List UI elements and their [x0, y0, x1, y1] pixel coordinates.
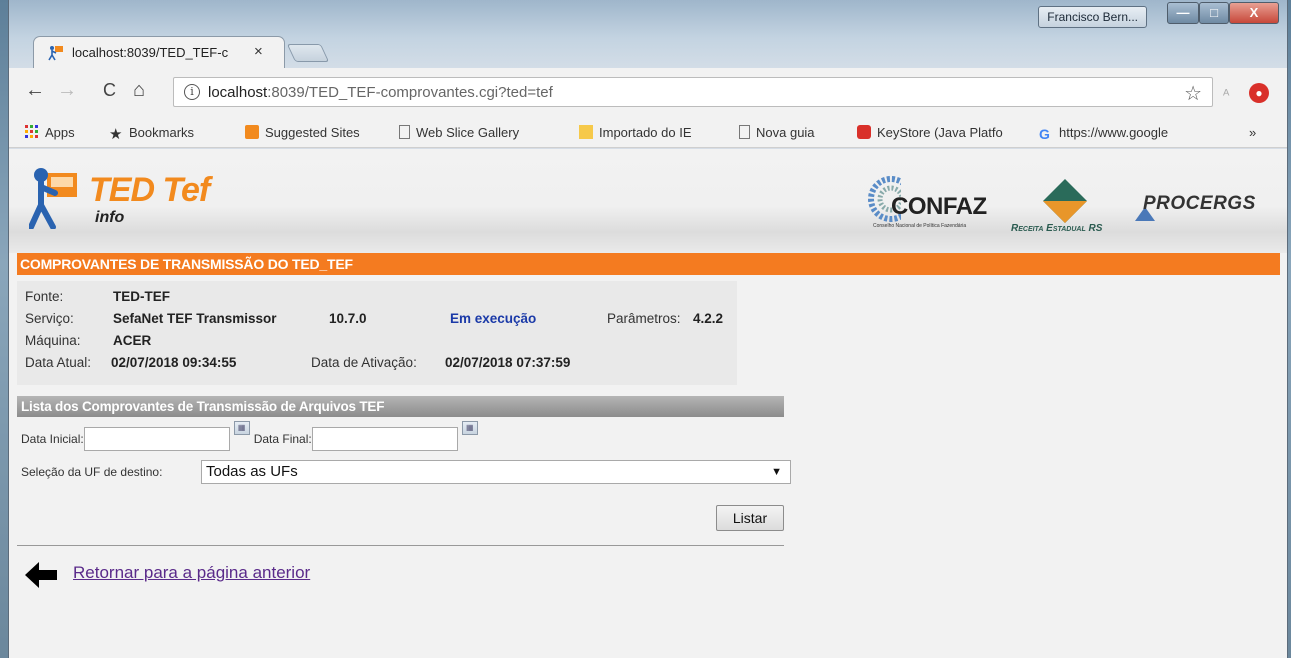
- dropdown-arrow-icon: ▼: [771, 466, 782, 478]
- ted-tef-favicon-icon: [48, 46, 63, 61]
- uf-selected-value: Todas as UFs: [206, 463, 298, 480]
- bookmark-apps[interactable]: Apps: [25, 125, 75, 140]
- bookmark-novaguia-label: Nova guia: [756, 125, 815, 140]
- browser-tab[interactable]: localhost:8039/TED_TEF-c ×: [33, 36, 285, 68]
- data-inicial-input[interactable]: [83, 427, 230, 451]
- ted-tef-figure-icon: [29, 168, 77, 229]
- bookmark-nova-guia[interactable]: Nova guia: [739, 125, 815, 140]
- star-icon: ★: [109, 126, 123, 143]
- bookmark-bookmarks[interactable]: ★ Bookmarks: [109, 125, 194, 142]
- bookmark-suggested-sites[interactable]: Suggested Sites: [245, 125, 360, 140]
- bookmark-web-slice[interactable]: Web Slice Gallery: [399, 125, 519, 140]
- service-info-panel: Fonte: TED-TEF Serviço: SefaNet TEF Tran…: [17, 281, 737, 385]
- data-ativacao-value: 02/07/2018 07:37:59: [445, 355, 571, 370]
- tab-close-icon[interactable]: ×: [254, 43, 263, 60]
- page-content: TED Tef info CONFAZ Conselho Nacional de…: [9, 149, 1287, 658]
- date-range-row: Data Inicial:▦Data Final:▦: [21, 421, 482, 451]
- reload-icon[interactable]: C: [103, 78, 116, 102]
- ted-tef-title: TED Tef: [89, 171, 210, 209]
- confaz-name: CONFAZ: [891, 193, 987, 220]
- apps-grid-icon: [25, 125, 38, 138]
- extension-opera-icon[interactable]: ●: [1249, 83, 1269, 103]
- data-final-input[interactable]: [311, 427, 458, 451]
- uf-row: Seleção da UF de destino: Todas as UFs ▼: [21, 460, 801, 486]
- divider: [17, 545, 784, 546]
- listar-button[interactable]: Listar: [716, 505, 784, 531]
- bookmark-keystore-label: KeyStore (Java Platfo: [877, 125, 1003, 140]
- bookmark-suggested-label: Suggested Sites: [265, 125, 360, 140]
- servico-label: Serviço:: [25, 311, 74, 326]
- fonte-label: Fonte:: [25, 289, 64, 304]
- bookmark-apps-label: Apps: [45, 125, 75, 140]
- uf-label: Seleção da UF de destino:: [21, 465, 163, 479]
- page-banner: TED Tef info CONFAZ Conselho Nacional de…: [9, 149, 1287, 253]
- data-final-label: Data Final:: [253, 432, 312, 446]
- browser-window: Francisco Bern... — □ X localhost:8039/T…: [8, 0, 1288, 658]
- calendar-icon[interactable]: ▦: [233, 421, 250, 435]
- bookmark-importado-label: Importado do IE: [599, 125, 692, 140]
- data-atual-value: 02/07/2018 09:34:55: [111, 355, 237, 370]
- bookmark-keystore[interactable]: KeyStore (Java Platfo: [857, 125, 1003, 140]
- ted-tef-logo: TED Tef info: [29, 165, 229, 235]
- new-tab-button[interactable]: [286, 44, 330, 62]
- procergs-logo: PROCERGS: [1135, 187, 1265, 227]
- page-icon: [739, 125, 750, 139]
- confaz-tagline: Conselho Nacional de Política Fazendária: [873, 223, 967, 229]
- bookmark-star-icon[interactable]: ☆: [1184, 81, 1202, 106]
- suggested-sites-icon: [245, 125, 259, 139]
- url-host: localhost: [208, 84, 268, 101]
- maximize-button[interactable]: □: [1199, 2, 1229, 24]
- google-icon: G: [1039, 126, 1050, 142]
- bookmark-google-label: https://www.google: [1059, 125, 1169, 140]
- uf-select[interactable]: Todas as UFs ▼: [201, 460, 791, 484]
- fonte-value: TED-TEF: [113, 289, 170, 304]
- home-icon[interactable]: ⌂: [133, 78, 145, 102]
- bookmarks-overflow-icon[interactable]: »: [1249, 125, 1256, 140]
- parametros-label: Parâmetros:: [607, 311, 681, 326]
- receita-diamond-icon: [1043, 179, 1087, 223]
- bookmark-webslice-label: Web Slice Gallery: [416, 125, 520, 140]
- servico-status: Em execução: [450, 311, 537, 326]
- page-icon: [399, 125, 410, 139]
- back-arrow-icon[interactable]: [25, 560, 57, 590]
- servico-value: SefaNet TEF Transmissor: [113, 311, 277, 326]
- parametros-value: 4.2.2: [693, 311, 724, 326]
- maquina-value: ACER: [113, 333, 152, 348]
- url-path: :8039/TED_TEF-comprovantes.cgi?ted=tef: [267, 84, 553, 101]
- browser-toolbar: ← → C ⌂ i localhost:8039/TED_TEF-comprov…: [9, 68, 1287, 120]
- back-link[interactable]: Retornar para a página anterior: [73, 563, 310, 583]
- bookmark-google[interactable]: Ghttps://www.google: [1039, 125, 1168, 141]
- procergs-name: PROCERGS: [1143, 193, 1256, 214]
- title-bar: Francisco Bern... — □ X localhost:8039/T…: [9, 0, 1287, 68]
- bookmark-importado[interactable]: Importado do IE: [579, 125, 692, 140]
- keystore-icon: [857, 125, 871, 139]
- data-atual-label: Data Atual:: [25, 355, 92, 370]
- folder-icon: [579, 125, 593, 139]
- extension-translate-icon[interactable]: ᴬ: [1223, 86, 1229, 102]
- minimize-button[interactable]: —: [1167, 2, 1199, 24]
- page-title: COMPROVANTES DE TRANSMISSÃO DO TED_TEF: [17, 253, 1280, 275]
- forward-icon[interactable]: →: [57, 78, 77, 102]
- address-bar[interactable]: i localhost:8039/TED_TEF-comprovantes.cg…: [173, 77, 1213, 107]
- data-ativacao-label: Data de Ativação:: [311, 355, 417, 370]
- bookmark-bookmarks-label: Bookmarks: [129, 125, 195, 140]
- info-icon[interactable]: i: [184, 84, 200, 100]
- profile-button[interactable]: Francisco Bern...: [1038, 6, 1147, 28]
- close-window-button[interactable]: X: [1229, 2, 1279, 24]
- servico-version: 10.7.0: [329, 311, 367, 326]
- data-inicial-label: Data Inicial:: [21, 432, 84, 446]
- calendar-icon[interactable]: ▦: [461, 421, 478, 435]
- bookmarks-bar: Apps ★ Bookmarks Suggested Sites Web Slic…: [9, 120, 1287, 148]
- tab-title: localhost:8039/TED_TEF-c: [72, 45, 229, 60]
- confaz-logo: CONFAZ Conselho Nacional de Política Faz…: [867, 169, 997, 229]
- receita-logo: Receita Estadual RS: [1007, 179, 1127, 235]
- url-text: localhost:8039/TED_TEF-comprovantes.cgi?…: [208, 84, 553, 101]
- maquina-label: Máquina:: [25, 333, 81, 348]
- receita-name: Receita Estadual RS: [1011, 223, 1103, 234]
- back-icon[interactable]: ←: [25, 78, 45, 102]
- ted-tef-subtitle: info: [95, 209, 125, 226]
- list-section-title: Lista dos Comprovantes de Transmissão de…: [17, 396, 784, 417]
